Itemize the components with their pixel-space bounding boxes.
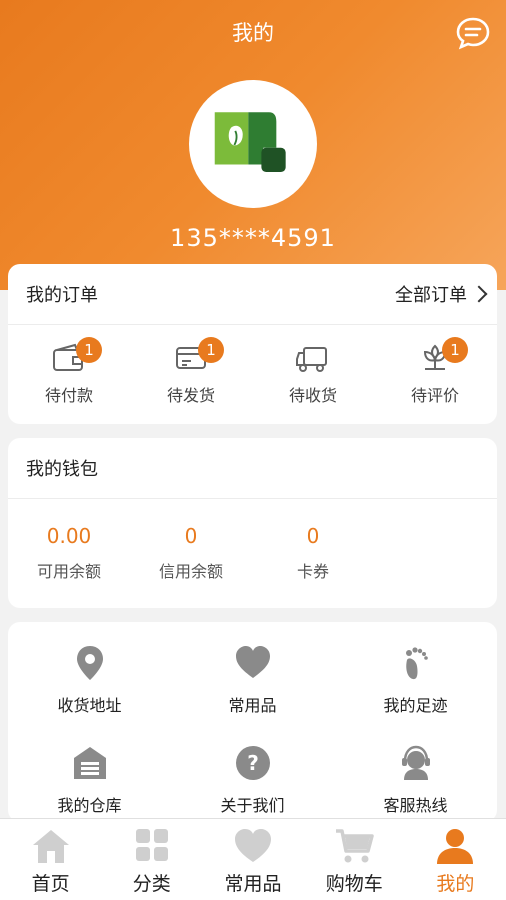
truck-icon — [296, 347, 327, 372]
order-badge: 1 — [442, 337, 468, 363]
chat-bubble-icon[interactable] — [456, 16, 490, 50]
tab-label: 常用品 — [224, 873, 282, 895]
cart-icon — [336, 829, 374, 863]
order-pending-receipt[interactable]: 待收货 — [252, 325, 374, 423]
tab-label: 分类 — [132, 873, 171, 895]
app-logo-icon — [214, 112, 286, 172]
heart-icon — [235, 646, 270, 678]
order-badge: 1 — [198, 337, 224, 363]
all-orders-label: 全部订单 — [395, 285, 467, 306]
page-title: 我的 — [232, 21, 274, 45]
grid-icon — [135, 829, 168, 861]
wallet-credit-balance[interactable]: 0 信用余额 — [130, 499, 252, 607]
tool-label: 收货地址 — [57, 696, 122, 715]
bottom-tab-bar: 首页 分类 常用品 购物车 我的 — [0, 818, 506, 900]
chevron-right-icon — [470, 285, 488, 303]
tool-label: 常用品 — [228, 696, 277, 715]
tool-about[interactable]: ? 关于我们 — [171, 730, 334, 830]
order-badge: 1 — [76, 337, 102, 363]
order-label: 待评价 — [410, 386, 459, 405]
phone-number: 135****4591 — [170, 224, 336, 252]
tool-address[interactable]: 收货地址 — [8, 630, 171, 730]
order-label: 待收货 — [288, 386, 337, 405]
headset-icon — [401, 745, 430, 780]
question-icon: ? — [235, 746, 270, 780]
tab-home[interactable]: 首页 — [0, 819, 101, 900]
location-pin-icon — [76, 646, 103, 680]
home-icon — [32, 830, 69, 863]
orders-header: 我的订单 全部订单 — [8, 264, 497, 325]
order-label: 待付款 — [44, 386, 93, 405]
order-pending-payment[interactable]: 1 待付款 — [8, 325, 130, 423]
wallet-value: 0 — [184, 524, 198, 548]
tool-label: 关于我们 — [220, 796, 285, 815]
wallet-card: 我的钱包 0.00 可用余额 0 信用余额 0 卡券 — [8, 438, 497, 608]
wallet-label: 信用余额 — [158, 562, 223, 581]
tab-cart[interactable]: 购物车 — [304, 819, 405, 900]
wallet-available-balance[interactable]: 0.00 可用余额 — [8, 499, 130, 607]
tab-label: 我的 — [436, 873, 475, 895]
tab-label: 首页 — [31, 873, 70, 895]
wallet-title: 我的钱包 — [26, 459, 98, 480]
tool-hotline[interactable]: 客服热线 — [334, 730, 497, 830]
tab-category[interactable]: 分类 — [101, 819, 202, 900]
tool-warehouse[interactable]: 我的仓库 — [8, 730, 171, 830]
tools-card: 收货地址 常用品 我的足迹 我的仓库 ? 关于我们 客服热线 — [8, 622, 497, 822]
order-pending-review[interactable]: 1 待评价 — [374, 325, 496, 423]
top-bar: 我的 — [0, 0, 506, 64]
wallet-value: 0.00 — [46, 524, 92, 548]
footprint-icon — [405, 647, 428, 680]
order-pending-shipment[interactable]: 1 待发货 — [130, 325, 252, 423]
tab-label: 购物车 — [325, 873, 383, 895]
tab-mine[interactable]: 我的 — [405, 819, 506, 900]
person-icon — [437, 829, 474, 864]
avatar[interactable] — [189, 80, 317, 208]
order-label: 待发货 — [166, 386, 215, 405]
tool-label: 我的足迹 — [383, 696, 448, 715]
orders-card: 我的订单 全部订单 1 待付款 1 待发货 待收货 1 待评价 — [8, 264, 497, 424]
tool-label: 我的仓库 — [57, 796, 122, 815]
heart-icon — [235, 829, 271, 862]
wallet-value: 0 — [306, 524, 320, 548]
wallet-coupons[interactable]: 0 卡券 — [252, 499, 374, 607]
svg-text:?: ? — [247, 751, 259, 775]
tool-footprints[interactable]: 我的足迹 — [334, 630, 497, 730]
wallet-header: 我的钱包 — [8, 438, 497, 499]
orders-title: 我的订单 — [26, 285, 98, 306]
wallet-label: 可用余额 — [36, 562, 101, 581]
all-orders-link[interactable]: 全部订单 — [395, 281, 488, 307]
tool-favorites[interactable]: 常用品 — [171, 630, 334, 730]
warehouse-icon — [73, 747, 106, 779]
tab-favorites[interactable]: 常用品 — [202, 819, 303, 900]
profile-header: 我的 135****4591 — [0, 0, 506, 290]
tool-label: 客服热线 — [383, 796, 448, 815]
wallet-label: 卡券 — [296, 562, 329, 581]
